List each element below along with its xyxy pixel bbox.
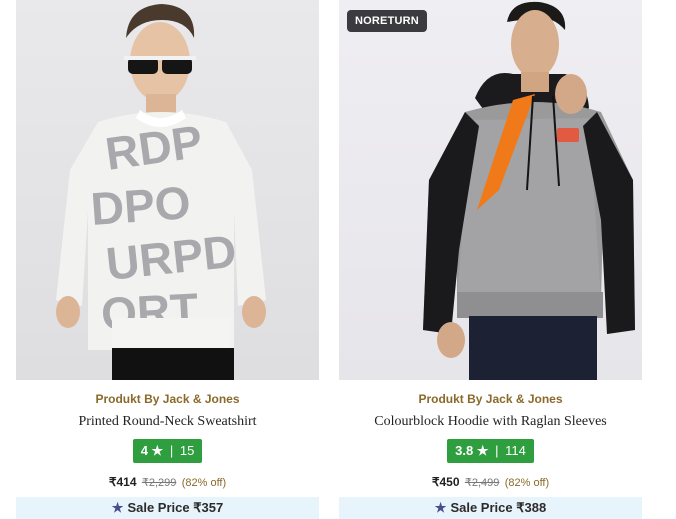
- rating-separator: |: [169, 443, 174, 458]
- rating-count: 15: [179, 443, 195, 458]
- rating-badge: 4 ★ | 15: [132, 439, 203, 463]
- selling-price: ₹414: [108, 475, 137, 489]
- original-price: ₹2,499: [464, 477, 500, 489]
- sale-price-label: Sale Price ₹357: [127, 500, 224, 515]
- product-name[interactable]: Colourblock Hoodie with Raglan Sleeves: [339, 414, 642, 430]
- price-row: ₹414 ₹2,299 (82% off): [16, 475, 319, 489]
- product-photo-hoodie: [423, 1, 635, 380]
- star-icon: ★: [151, 443, 164, 458]
- sale-price-label: Sale Price ₹388: [450, 500, 547, 515]
- original-price: ₹2,299: [141, 477, 177, 489]
- brand-name[interactable]: Produkt By Jack & Jones: [16, 392, 319, 406]
- product-photo-sweatshirt: RDP DPO URPD ORT: [56, 4, 266, 380]
- noreturn-badge: NORETURN: [347, 10, 427, 32]
- product-image[interactable]: RDP DPO URPD ORT: [16, 0, 319, 380]
- product-image[interactable]: NORETURN: [339, 0, 642, 380]
- selling-price: ₹450: [431, 475, 460, 489]
- rating-count: 114: [505, 443, 526, 458]
- discount-percent: (82% off): [504, 477, 550, 489]
- sale-price-bar: ★ Sale Price ₹357: [16, 497, 319, 519]
- product-card[interactable]: NORETURN Produkt By Jack & Jones Colourb…: [339, 0, 642, 519]
- star-icon: ★: [434, 500, 447, 515]
- sale-price-bar: ★ Sale Price ₹388: [339, 497, 642, 519]
- star-icon: ★: [476, 443, 489, 458]
- rating-value: 4: [140, 443, 148, 458]
- brand-name[interactable]: Produkt By Jack & Jones: [339, 392, 642, 406]
- product-card[interactable]: RDP DPO URPD ORT Produkt By Jack & Jones…: [16, 0, 319, 519]
- star-icon: ★: [111, 500, 124, 515]
- rating-value: 3.8: [455, 443, 474, 458]
- product-name[interactable]: Printed Round-Neck Sweatshirt: [16, 414, 319, 430]
- rating-separator: |: [495, 443, 499, 458]
- discount-percent: (82% off): [181, 477, 227, 489]
- svg-text:DPO: DPO: [89, 176, 192, 235]
- price-row: ₹450 ₹2,499 (82% off): [339, 475, 642, 489]
- rating-badge: 3.8 ★ | 114: [447, 439, 534, 463]
